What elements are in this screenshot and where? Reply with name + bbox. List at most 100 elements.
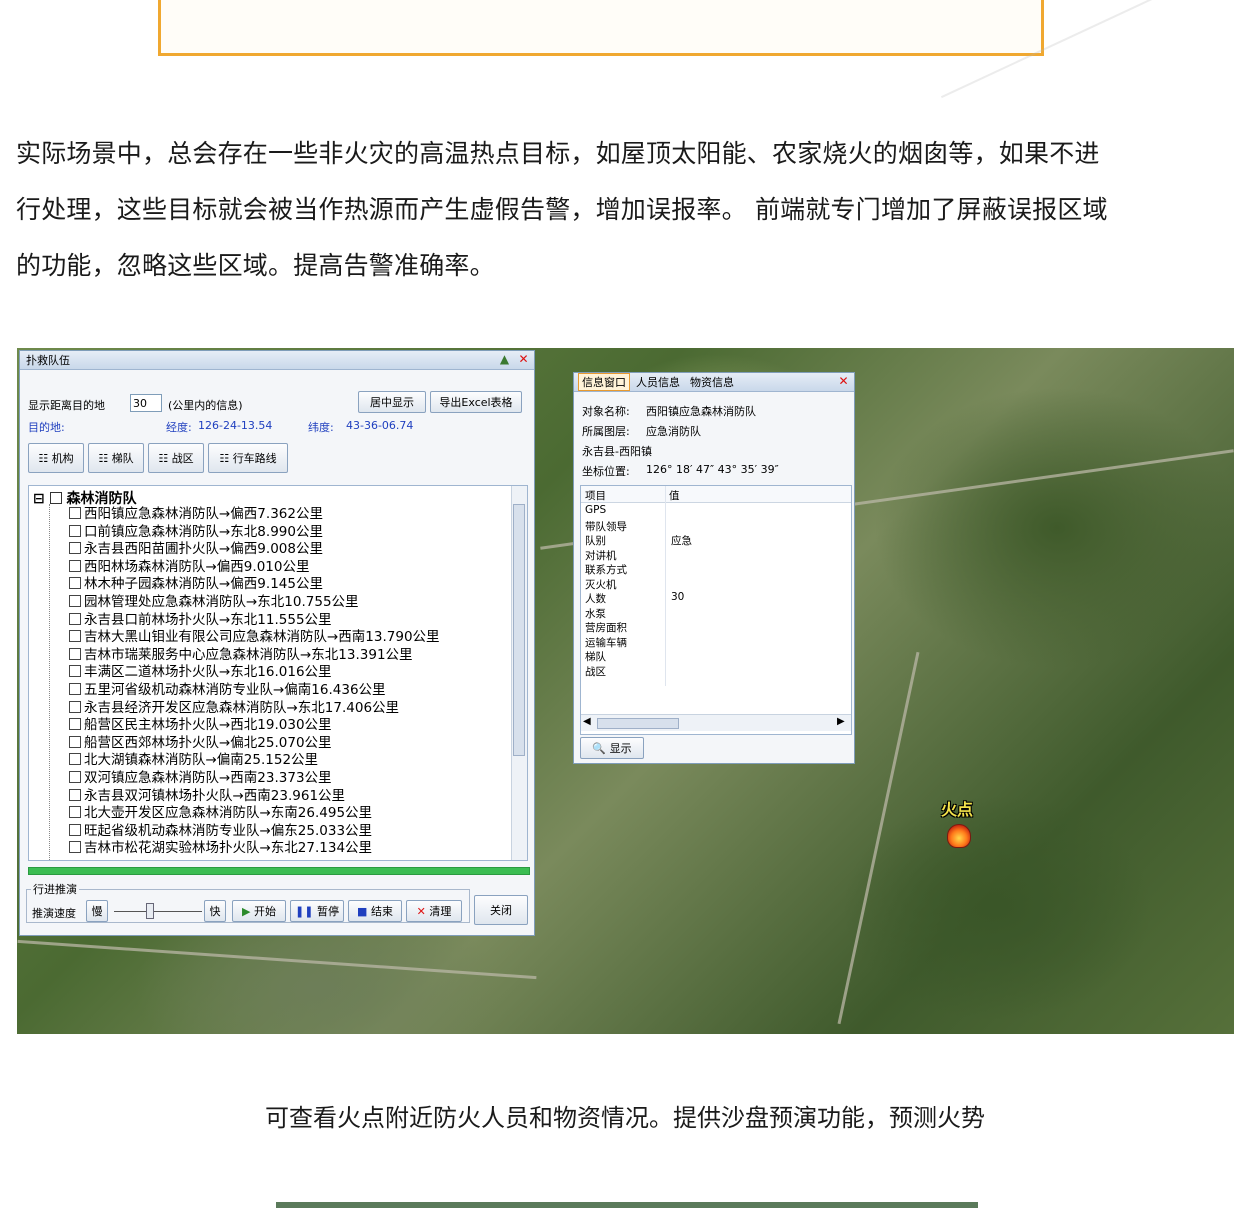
tab-echelon[interactable]: ☷ 梯队	[88, 443, 144, 473]
distance-label: 显示距离目的地	[28, 399, 105, 412]
tree-item[interactable]: 吉林市瑞莱服务中心应急森林消防队→东北13.391公里	[69, 647, 413, 665]
tree-item[interactable]: 永吉县口前林场扑火队→东北11.555公里	[69, 612, 332, 630]
tree-item-label: 吉林市松花湖实验林场扑火队→东北27.134公里	[84, 840, 373, 857]
checkbox[interactable]	[69, 806, 81, 819]
tree-item[interactable]: 西阳林场森林消防队→偏西9.010公里	[69, 559, 309, 577]
tree-item[interactable]: 五里河省级机动森林消防专业队→偏南16.436公里	[69, 682, 386, 700]
tree-item[interactable]: 北大壶开发区应急森林消防队→东南26.495公里	[69, 805, 372, 823]
tree-item[interactable]: 口前镇应急森林消防队→东北8.990公里	[69, 524, 323, 542]
tree-scrollbar[interactable]	[511, 486, 527, 860]
tab-driving-route[interactable]: ☷ 行车路线	[208, 443, 288, 473]
checkbox[interactable]	[69, 841, 81, 854]
checkbox[interactable]	[69, 683, 81, 695]
checkbox[interactable]	[69, 524, 81, 537]
checkbox[interactable]	[69, 700, 81, 713]
property-name: 灭火机	[585, 578, 617, 591]
tree-item-label: 西阳镇应急森林消防队→偏西7.362公里	[84, 506, 323, 522]
start-button[interactable]: ▶ 开始	[232, 900, 286, 922]
stop-button[interactable]: ■ 结束	[348, 900, 402, 922]
checkbox[interactable]	[69, 788, 81, 801]
column-item-header: 项目	[585, 490, 606, 502]
show-button[interactable]: 🔍 显示	[580, 737, 644, 759]
layer-label: 所属图层:	[582, 425, 630, 438]
paragraph-line: 行处理，这些目标就会被当作热源而产生虚假告警，增加误报率。 前端就专门增加了屏蔽…	[16, 195, 1108, 224]
next-figure-top	[276, 1202, 978, 1208]
tree-item-label: 永吉县口前林场扑火队→东北11.555公里	[84, 611, 332, 628]
destination-label: 目的地:	[28, 421, 65, 434]
tree-item[interactable]: 旺起省级机动森林消防专业队→偏东25.033公里	[69, 823, 372, 841]
tab-organization[interactable]: ☷ 机构	[28, 443, 84, 473]
scrollbar-thumb[interactable]	[513, 504, 525, 756]
map-road	[17, 939, 537, 980]
checkbox[interactable]	[69, 735, 81, 748]
tree-item[interactable]: 西阳镇应急森林消防队→偏西7.362公里	[69, 506, 323, 524]
description-paragraph: 实际场景中，总会存在一些非火灾的高温热点目标，如屋顶太阳能、农家烧火的烟囱等，如…	[16, 126, 1238, 294]
team-tree[interactable]: ⊟ 森林消防队 西阳镇应急森林消防队→偏西7.362公里 口前镇应急森林消防队→东…	[28, 485, 528, 861]
rescue-window-titlebar[interactable]: 扑救队伍 ▲ ✕	[20, 351, 534, 370]
rescue-team-window[interactable]: 扑救队伍 ▲ ✕ 显示距离目的地 (公里内的信息) 居中显示 导出Excel表格…	[19, 350, 535, 936]
close-icon[interactable]: ✕	[836, 374, 851, 389]
checkbox[interactable]	[69, 559, 81, 572]
distance-input[interactable]	[130, 394, 162, 412]
checkbox[interactable]	[69, 507, 81, 519]
checkbox[interactable]	[69, 647, 81, 660]
tree-item[interactable]: 永吉县经济开发区应急森林消防队→东北17.406公里	[69, 700, 399, 718]
search-icon: 🔍	[592, 742, 607, 755]
horizontal-scrollbar[interactable]: ◀ ▶	[581, 714, 851, 731]
tree-item[interactable]: 丰满区二道林场扑火队→东北16.016公里	[69, 664, 332, 682]
fire-icon[interactable]	[947, 824, 971, 848]
checkbox[interactable]	[69, 577, 81, 590]
info-window[interactable]: 信息窗口 人员信息 物资信息 ✕ 对象名称: 西阳镇应急森林消防队 所属图层: …	[573, 372, 855, 764]
tree-item[interactable]: 永吉县西阳苗圃扑火队→偏西9.008公里	[69, 541, 323, 559]
property-table[interactable]: 项目 值 GPS 带队领导 队别 应急 对讲机 联系方式 灭火机 人数 30 水泵 营房面积 运输车辆…	[580, 485, 852, 735]
tab-personnel[interactable]: 人员信息	[636, 374, 680, 390]
scroll-right-icon[interactable]: ▶	[837, 716, 845, 727]
collapse-icon[interactable]: ⊟	[33, 491, 45, 507]
checkbox[interactable]	[69, 542, 81, 555]
center-display-button[interactable]: 居中显示	[358, 391, 426, 413]
tree-item[interactable]: 林木种子园森林消防队→偏西9.145公里	[69, 576, 323, 594]
checkbox[interactable]	[69, 753, 81, 766]
clear-button[interactable]: ✕ 清理	[406, 900, 462, 922]
tab-war-zone[interactable]: ☷ 战区	[148, 443, 204, 473]
checkbox[interactable]	[69, 823, 81, 836]
scroll-left-icon[interactable]: ◀	[583, 716, 591, 727]
minimize-icon[interactable]: ▲	[497, 352, 512, 367]
tree-item-label: 口前镇应急森林消防队→东北8.990公里	[84, 523, 323, 540]
slider-thumb[interactable]	[146, 903, 154, 919]
checkbox[interactable]	[69, 630, 81, 643]
tree-item[interactable]: 吉林大黑山钼业有限公司应急森林消防队→西南13.790公里	[69, 629, 440, 647]
coordinate-value: 126° 18′ 47″ 43° 35′ 39″	[646, 463, 779, 476]
tab-label: 机构	[51, 452, 74, 465]
fast-button[interactable]: 快	[204, 900, 226, 922]
tab-materials[interactable]: 物资信息	[690, 374, 734, 390]
tree-item[interactable]: 双河镇应急森林消防队→西南23.373公里	[69, 770, 332, 788]
tree-item[interactable]: 吉林市松花湖实验林场扑火队→东北27.134公里	[69, 840, 372, 858]
checkbox[interactable]	[49, 492, 62, 504]
checkbox[interactable]	[69, 612, 81, 625]
checkbox[interactable]	[69, 665, 81, 678]
tab-info[interactable]: 信息窗口	[578, 373, 630, 391]
property-name: GPS	[585, 504, 607, 516]
tab-label: 行车路线	[232, 452, 277, 465]
slow-button[interactable]: 慢	[86, 900, 108, 922]
tree-item[interactable]: 永吉县双河镇林场扑火队→西南23.961公里	[69, 788, 345, 806]
tree-item[interactable]: 园林管理处应急森林消防队→东北10.755公里	[69, 594, 359, 612]
pause-button[interactable]: ❚❚ 暂停	[290, 900, 344, 922]
export-excel-button[interactable]: 导出Excel表格	[430, 391, 522, 413]
close-icon[interactable]: ✕	[516, 352, 531, 367]
checkbox[interactable]	[69, 718, 81, 731]
tree-item[interactable]: 船营区民主林场扑火队→西北19.030公里	[69, 717, 332, 735]
checkbox[interactable]	[69, 595, 81, 607]
tree-item-label: 吉林大黑山钼业有限公司应急森林消防队→西南13.790公里	[84, 629, 440, 646]
tree-item[interactable]: 北大湖镇森林消防队→偏南25.152公里	[69, 752, 318, 770]
checkbox[interactable]	[69, 771, 81, 783]
tree-item-label: 林木种子园森林消防队→偏西9.145公里	[84, 576, 323, 593]
tree-item[interactable]: 船营区西郊林场扑火队→偏北25.070公里	[69, 735, 332, 753]
close-button[interactable]: 关闭	[474, 895, 528, 925]
tree-root[interactable]: ⊟ 森林消防队	[33, 488, 136, 508]
fire-point-label: 火点	[941, 800, 974, 819]
speed-slider[interactable]	[114, 911, 202, 912]
scrollbar-thumb[interactable]	[597, 718, 679, 729]
coordinate-label: 坐标位置:	[582, 465, 630, 478]
